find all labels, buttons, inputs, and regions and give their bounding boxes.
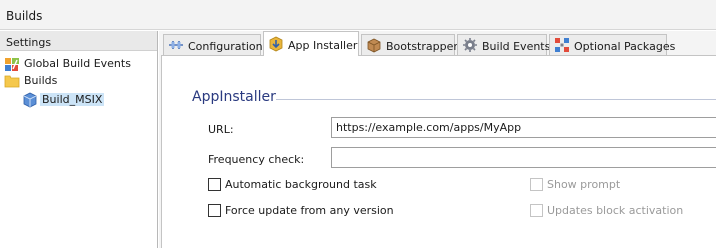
checkbox-box (530, 204, 543, 217)
checkbox-label: Force update from any version (225, 204, 394, 217)
url-input[interactable]: https://example.com/apps/MyApp (331, 117, 716, 138)
frequency-check-input[interactable] (331, 147, 716, 168)
tree-item-label: Global Build Events (24, 57, 131, 70)
force-update-checkbox[interactable]: Force update from any version (208, 204, 408, 218)
checkbox-label: Updates block activation (547, 204, 684, 217)
tab-build-events[interactable]: Build Events (457, 34, 551, 55)
show-prompt-checkbox: Show prompt (530, 178, 640, 192)
app-installer-icon (268, 36, 284, 52)
tab-app-installer[interactable]: App Installer (263, 31, 359, 56)
folder-icon (4, 73, 20, 89)
window-header: Builds (0, 0, 716, 30)
tree-item-label: Build_MSIX (40, 93, 105, 106)
url-label: URL: (208, 123, 234, 136)
checkbox-box[interactable] (208, 204, 221, 217)
tab-strip: Configuration App Installer Bootstrapper (159, 31, 716, 56)
checkbox-box (530, 178, 543, 191)
configuration-icon (168, 37, 184, 53)
group-divider (276, 99, 716, 100)
tab-label: Build Events (482, 40, 551, 53)
global-build-events-icon (4, 56, 20, 72)
build-events-gear-icon (462, 37, 478, 53)
checkbox-box[interactable] (208, 178, 221, 191)
tab-optional-packages[interactable]: Optional Packages (549, 34, 675, 55)
main-area: Configuration App Installer Bootstrapper (159, 31, 716, 248)
frequency-check-label: Frequency check: (208, 153, 305, 166)
app-installer-panel: AppInstaller URL: https://example.com/ap… (161, 55, 716, 248)
tree-item-label: Builds (24, 74, 58, 87)
settings-panel-header: Settings (0, 31, 157, 51)
checkbox-label: Automatic background task (225, 178, 377, 191)
tab-label: Optional Packages (574, 40, 676, 53)
tab-label: Bootstrapper (386, 40, 458, 53)
optional-packages-icon (554, 37, 570, 53)
tab-bootstrapper[interactable]: Bootstrapper (361, 34, 458, 55)
tab-configuration[interactable]: Configuration (163, 34, 263, 55)
automatic-background-task-checkbox[interactable]: Automatic background task (208, 178, 388, 192)
settings-panel: Settings Global Build Events Builds Buil… (0, 31, 158, 248)
updates-block-activation-checkbox: Updates block activation (530, 204, 690, 218)
checkbox-label: Show prompt (547, 178, 621, 191)
bootstrapper-box-icon (366, 37, 382, 53)
window-title: Builds (6, 9, 43, 23)
package-icon (22, 92, 38, 108)
group-title: AppInstaller (192, 89, 276, 105)
tab-label: App Installer (288, 39, 358, 52)
tab-label: Configuration (188, 40, 263, 53)
